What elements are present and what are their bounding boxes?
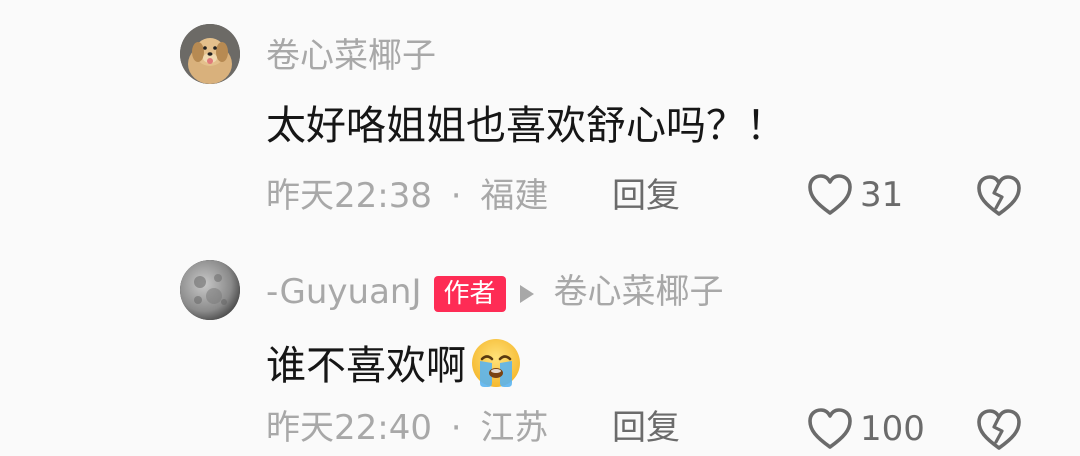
user-avatar[interactable]	[180, 260, 240, 320]
comment-header: -GuyuanJ 作者 卷心菜椰子	[266, 272, 724, 312]
comment-text: 太好咯姐姐也喜欢舒心吗？！	[266, 103, 786, 149]
comment-item: -GuyuanJ 作者 卷心菜椰子 谁不喜欢啊 昨天22:40 · 江苏 回复	[0, 240, 1080, 450]
dislike-button[interactable]	[974, 406, 1024, 456]
like-count: 100	[860, 409, 925, 449]
user-avatar[interactable]	[180, 24, 240, 84]
puppy-avatar-icon	[180, 24, 240, 84]
comment-meta: 昨天22:40 · 江苏	[266, 408, 548, 448]
comment-time: 昨天22:38	[266, 176, 432, 216]
like-count: 31	[860, 175, 904, 215]
reply-to-username[interactable]: 卷心菜椰子	[554, 272, 724, 312]
moon-avatar-icon	[180, 260, 240, 320]
comment-item: 卷心菜椰子 太好咯姐姐也喜欢舒心吗？！ 昨天22:38 · 福建 回复 31	[0, 0, 1080, 240]
comment-location: 江苏	[480, 408, 549, 448]
comment-meta: 昨天22:38 · 福建	[266, 176, 548, 216]
reply-arrow-icon	[519, 284, 534, 303]
broken-heart-icon	[977, 175, 1021, 216]
reply-button[interactable]: 回复	[612, 176, 680, 216]
like-button[interactable]: 31	[806, 172, 903, 218]
author-badge: 作者	[433, 275, 506, 312]
broken-heart-icon	[977, 409, 1021, 450]
comment-text: 谁不喜欢啊	[266, 343, 466, 389]
reply-button[interactable]: 回复	[612, 408, 680, 448]
meta-separator: ·	[450, 176, 462, 216]
comment-username[interactable]: 卷心菜椰子	[266, 36, 436, 76]
dislike-button[interactable]	[974, 172, 1024, 222]
comment-username[interactable]: -GuyuanJ	[266, 272, 422, 312]
heart-outline-icon	[808, 174, 852, 215]
meta-separator: ·	[450, 408, 462, 448]
like-button[interactable]: 100	[806, 406, 925, 452]
comment-text-row: 谁不喜欢啊	[266, 337, 524, 391]
heart-outline-icon	[808, 408, 852, 449]
crying-face-emoji	[472, 339, 520, 387]
comment-location: 福建	[480, 176, 549, 216]
comment-time: 昨天22:40	[266, 408, 432, 448]
